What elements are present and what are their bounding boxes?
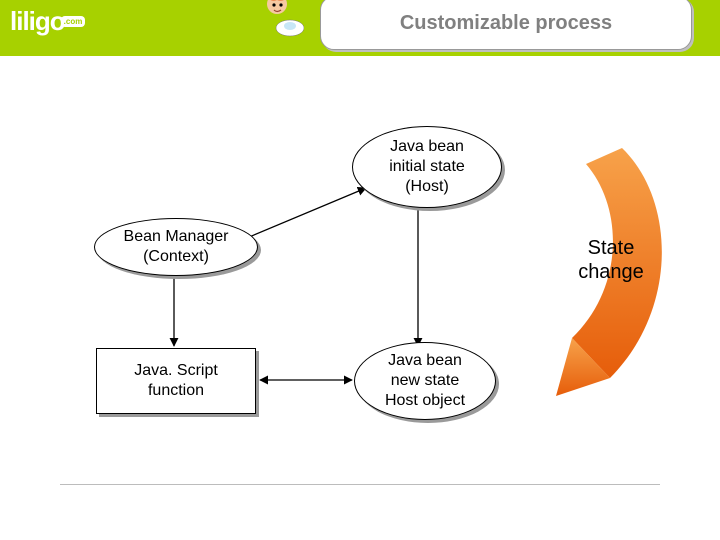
mascot-icon xyxy=(262,0,304,38)
logo-dotcom: .com xyxy=(61,16,86,27)
node-js-function-text: Java. Scriptfunction xyxy=(134,361,218,401)
logo-text: liligo xyxy=(10,6,65,36)
slide-title: Customizable process xyxy=(320,0,692,50)
node-new-state: Java beannew stateHost object xyxy=(354,342,496,420)
node-js-function: Java. Scriptfunction xyxy=(96,348,256,414)
slide-title-text: Customizable process xyxy=(400,12,612,35)
slide: liligo.com Customizable process xyxy=(0,0,720,540)
node-initial-state-text: Java beaninitial state(Host) xyxy=(389,137,465,197)
node-bean-manager: Bean Manager(Context) xyxy=(94,218,258,276)
node-bean-manager-text: Bean Manager(Context) xyxy=(124,227,229,267)
node-initial-state: Java beaninitial state(Host) xyxy=(352,126,502,208)
label-state-change-text: Statechange xyxy=(578,237,644,283)
logo: liligo.com xyxy=(10,6,130,50)
footer-divider xyxy=(60,484,660,485)
node-new-state-text: Java beannew stateHost object xyxy=(385,351,465,411)
label-state-change: Statechange xyxy=(556,236,666,284)
